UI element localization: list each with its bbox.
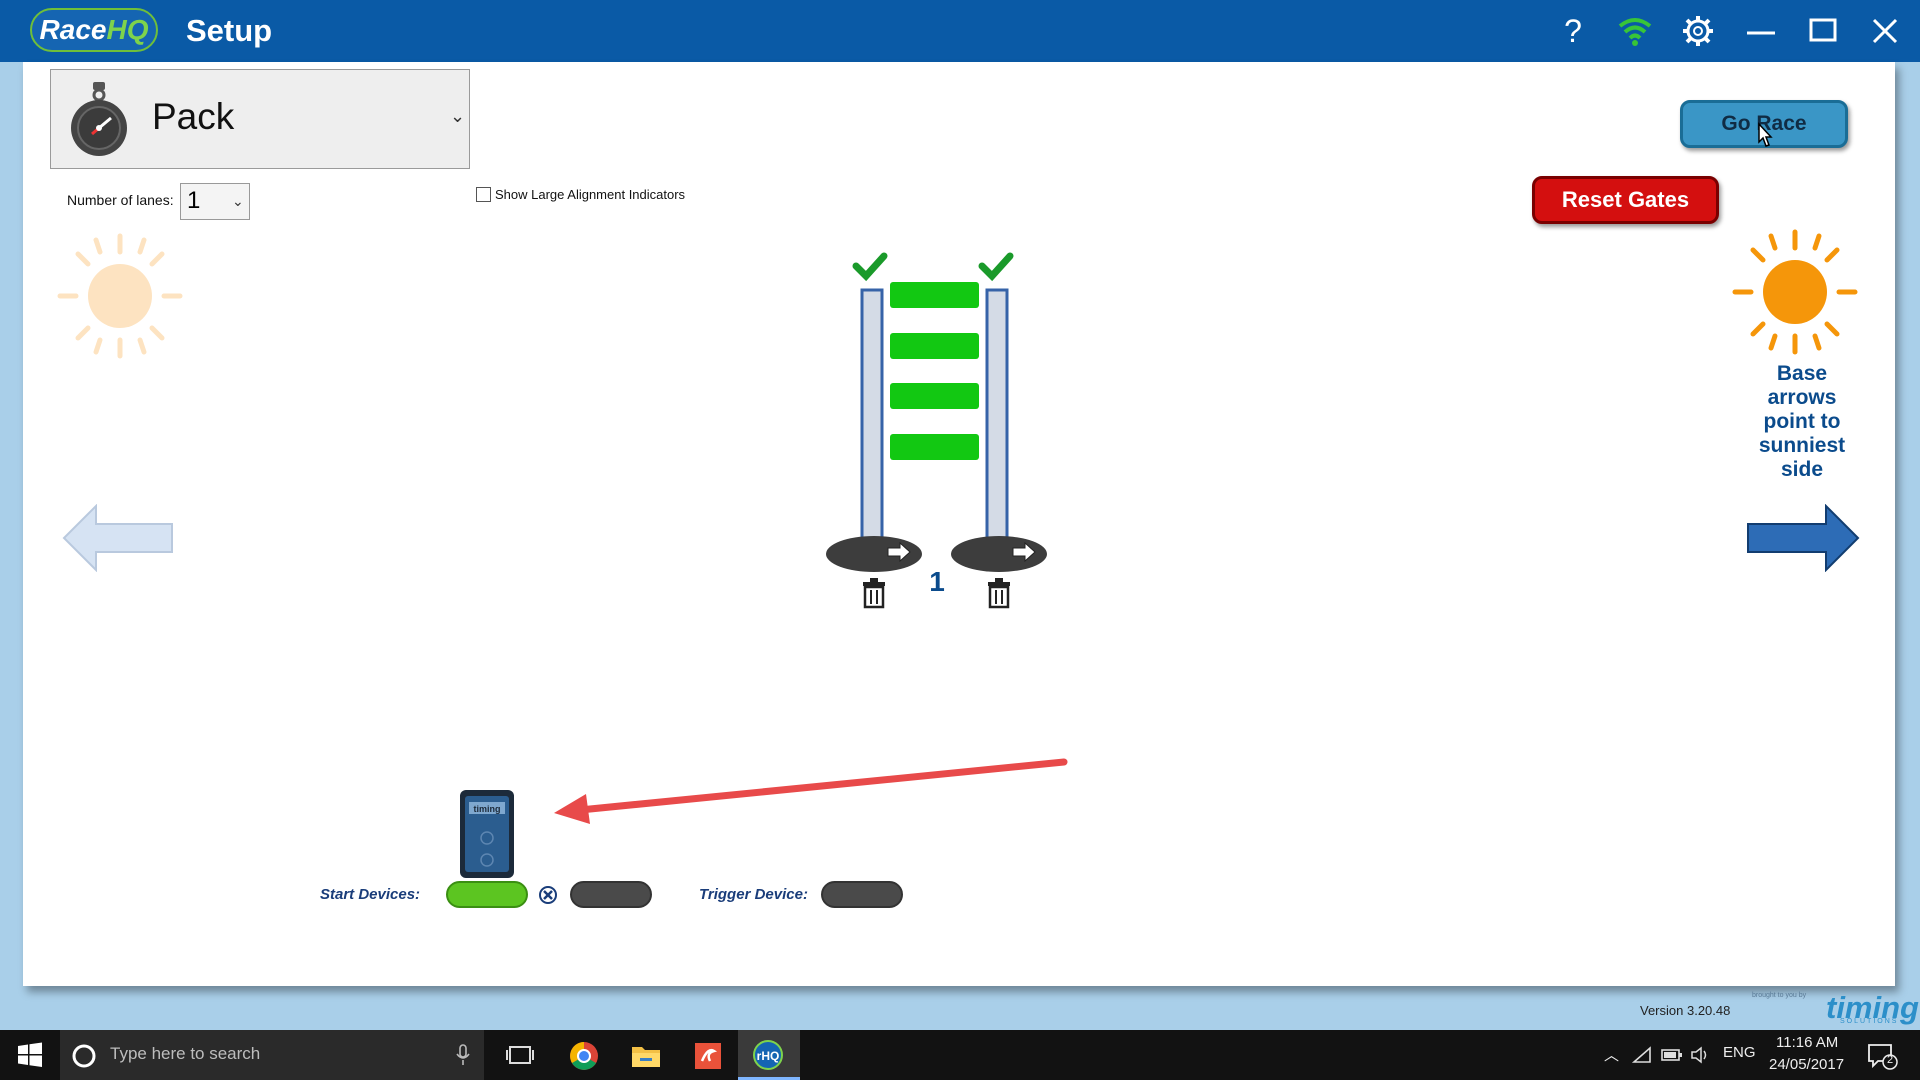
start-device-icon[interactable]: timing	[458, 788, 516, 885]
lanes-chevron-down-icon[interactable]: ⌄	[232, 193, 244, 210]
racehq-app-icon[interactable]: rHQ	[751, 1039, 785, 1076]
delete-gate-left-button[interactable]	[864, 576, 888, 608]
mode-label: Pack	[152, 96, 235, 137]
arrow-right-icon[interactable]	[1746, 503, 1860, 577]
alignment-label[interactable]: Show Large Alignment Indicators	[495, 187, 685, 202]
network-icon[interactable]	[1631, 1046, 1652, 1069]
delete-gate-right-button[interactable]	[989, 576, 1013, 608]
windows-start-icon[interactable]	[16, 1042, 44, 1073]
check-right-icon	[978, 252, 1014, 282]
sketch-app-icon[interactable]	[692, 1041, 724, 1076]
arrow-left-icon[interactable]	[62, 503, 176, 577]
svg-text:rHQ: rHQ	[757, 1049, 780, 1063]
language-indicator[interactable]: ENG	[1723, 1044, 1756, 1061]
lane-number: 1	[929, 566, 945, 597]
reset-gates-button[interactable]: Reset Gates	[1532, 176, 1719, 224]
sunny-side-hint: Base arrows point to sunniest side	[1758, 362, 1846, 481]
beam-light	[890, 282, 979, 308]
brought-by-label: brought to you by	[1752, 992, 1807, 999]
svg-text:timing: timing	[474, 804, 501, 814]
notification-count: 2	[1886, 1054, 1894, 1066]
cursor-icon	[1755, 122, 1775, 155]
volume-icon[interactable]	[1690, 1046, 1710, 1069]
stopwatch-icon	[68, 80, 130, 167]
beam-light	[890, 333, 979, 359]
chevron-up-icon[interactable]: ︿	[1604, 1044, 1619, 1065]
beam-light	[890, 434, 979, 460]
start-devices-label: Start Devices:	[320, 886, 421, 903]
start-device-slot-1[interactable]	[446, 881, 528, 908]
lanes-label: Number of lanes:	[67, 192, 174, 208]
gear-icon[interactable]	[1675, 8, 1721, 54]
help-icon[interactable]: ?	[1550, 8, 1596, 54]
chrome-icon[interactable]	[568, 1040, 600, 1077]
sun-right-icon[interactable]	[1731, 228, 1859, 361]
battery-icon[interactable]	[1661, 1048, 1683, 1067]
trigger-device-slot[interactable]	[821, 881, 903, 908]
remove-device-icon[interactable]	[537, 884, 559, 911]
chevron-down-icon[interactable]: ⌄	[450, 106, 465, 127]
check-left-icon	[852, 252, 888, 282]
page-title: Setup	[186, 13, 273, 48]
sun-left-icon[interactable]	[56, 232, 184, 365]
close-icon[interactable]	[1862, 8, 1908, 54]
app-logo: RaceHQ	[30, 8, 158, 52]
file-explorer-icon[interactable]	[630, 1041, 662, 1076]
trigger-device-label: Trigger Device:	[699, 886, 808, 903]
wifi-icon[interactable]	[1612, 8, 1658, 54]
version-label: Version 3.20.48	[1640, 1003, 1731, 1018]
brand-sub: SOLUTIONS	[1840, 1018, 1899, 1025]
clock-time[interactable]: 11:16 AM	[1776, 1034, 1838, 1051]
minimize-icon[interactable]	[1738, 8, 1784, 54]
microphone-icon[interactable]	[455, 1043, 471, 1072]
annotation-arrow-icon	[540, 750, 1070, 835]
alignment-checkbox[interactable]	[476, 187, 491, 202]
logo-text: RaceHQ	[39, 14, 149, 45]
start-device-slot-2[interactable]	[570, 881, 652, 908]
clock-date[interactable]: 24/05/2017	[1769, 1056, 1844, 1073]
beam-light	[890, 383, 979, 409]
search-placeholder[interactable]: Type here to search	[110, 1044, 260, 1064]
cortana-icon[interactable]	[71, 1043, 97, 1074]
task-view-icon[interactable]	[506, 1043, 534, 1072]
maximize-icon[interactable]	[1800, 8, 1846, 54]
